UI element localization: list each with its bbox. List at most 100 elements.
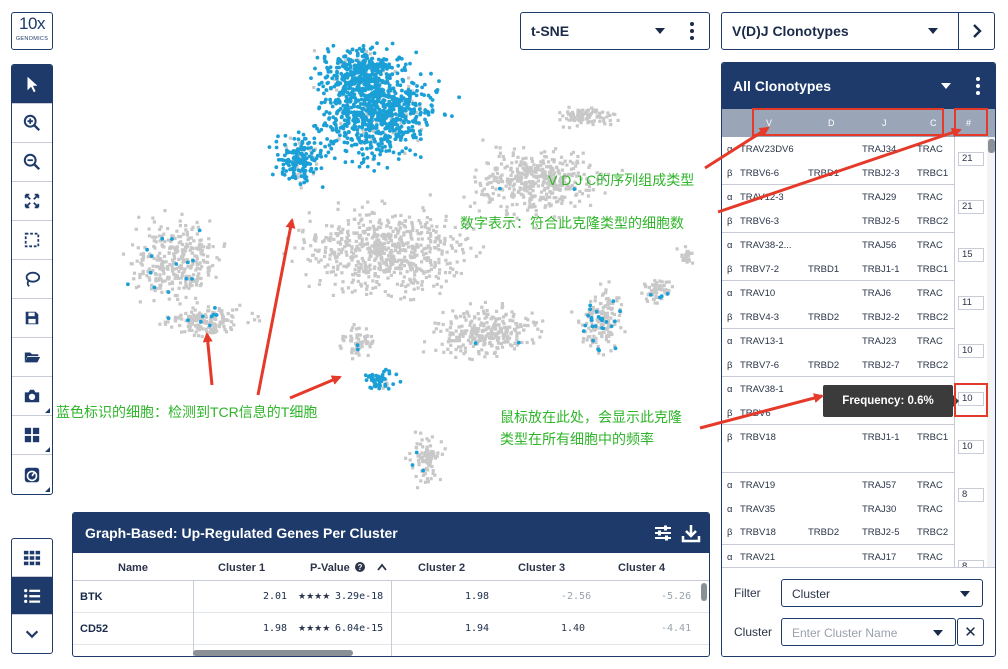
chain-j: TRAJ56 <box>862 240 897 251</box>
cell-point <box>500 306 504 310</box>
projection-select[interactable]: t-SNE <box>520 12 710 50</box>
gene-table-h-scroll[interactable] <box>193 650 353 656</box>
sort-up-icon[interactable] <box>377 563 387 571</box>
tcr-cell-point <box>381 137 385 142</box>
open-button[interactable] <box>12 338 52 377</box>
lasso-button[interactable] <box>12 260 52 299</box>
cell-point <box>400 262 404 266</box>
col-cluster-1[interactable]: Cluster 1 <box>218 562 265 574</box>
tcr-cell-point <box>369 111 373 116</box>
clonotype-count[interactable]: 10 <box>958 440 984 454</box>
cell-point <box>360 341 364 345</box>
tcr-cell-point <box>365 155 370 160</box>
clonotype-count[interactable]: 21 <box>958 200 984 214</box>
clonotype-row[interactable]: β TRBV18 TRBJ1-1 TRBC1 <box>722 425 954 473</box>
chain-c: TRAC <box>917 192 943 203</box>
list-view-button[interactable] <box>12 577 52 615</box>
gene-table-v-scroll[interactable] <box>701 583 707 601</box>
cell-point <box>301 230 305 234</box>
cell-point <box>578 109 582 113</box>
clonotype-count[interactable]: 11 <box>958 296 984 310</box>
clonotype-row[interactable]: α TRAV12-3 TRAJ29 TRAC β TRBV6-3 TRBJ2-5 TRBC2 <box>722 185 954 233</box>
col-cluster-2[interactable]: Cluster 2 <box>418 562 465 574</box>
clonotype-count[interactable]: 10 <box>958 344 984 358</box>
cell-point <box>325 224 329 228</box>
filter-select[interactable]: Cluster <box>781 579 983 607</box>
clonotype-count[interactable]: 15 <box>958 248 984 262</box>
clonotype-scroll-thumb[interactable] <box>988 139 995 153</box>
cell-point <box>378 225 382 230</box>
cell-point <box>314 236 318 240</box>
settings-button[interactable] <box>12 455 52 494</box>
cell-point <box>341 334 345 338</box>
cell-point <box>487 325 491 329</box>
zoom-out-button[interactable] <box>12 143 52 182</box>
grid-view-button[interactable] <box>12 539 52 577</box>
panel-next-button[interactable] <box>958 12 995 50</box>
select-tool-button[interactable] <box>12 65 52 104</box>
tcr-cell-point <box>302 162 307 167</box>
clonotype-panel-header[interactable]: All Clonotypes <box>722 63 995 109</box>
cell-point <box>589 299 593 304</box>
fit-view-button[interactable] <box>12 182 52 221</box>
tcr-cell-point <box>385 165 390 170</box>
tcr-cell-point <box>417 121 421 125</box>
cell-point <box>408 230 412 234</box>
tcr-cell-point <box>186 318 190 323</box>
layout-button[interactable] <box>12 416 52 455</box>
cell-point <box>351 278 355 282</box>
tcr-cell-point <box>386 94 391 99</box>
tcr-cell-point <box>330 104 335 109</box>
cell-point <box>357 261 361 265</box>
tcr-cell-point <box>360 54 365 59</box>
cell-point <box>393 214 397 218</box>
screenshot-button[interactable] <box>12 377 52 416</box>
cell-point <box>193 324 198 328</box>
clonotype-row[interactable]: α TRAV19 TRAJ57 TRAC α TRAV35 TRAJ30 TRAC β TRBV1… <box>722 473 954 545</box>
tcr-cell-point <box>396 157 401 162</box>
col-name[interactable]: Name <box>118 562 148 574</box>
tcr-cell-point <box>361 102 366 107</box>
clonotype-count[interactable]: 8 <box>958 488 984 502</box>
sliders-icon[interactable] <box>653 523 673 543</box>
download-icon[interactable] <box>681 523 701 543</box>
help-icon[interactable]: ? <box>355 562 365 572</box>
clonotype-row[interactable]: α TRAV23DV6 TRAJ34 TRAC β TRBV6-6 TRBD1 TRBJ2-3… <box>722 137 954 185</box>
tcr-cell-point <box>300 151 304 156</box>
cell-point <box>652 287 656 292</box>
tcr-cell-point <box>516 340 521 345</box>
cell-point <box>519 163 523 167</box>
save-button[interactable] <box>12 299 52 338</box>
clonotype-row[interactable]: α TRAV38-2... TRAJ56 TRAC β TRBV7-2 TRBD1 TRBJ1… <box>722 233 954 281</box>
more-options-icon[interactable] <box>971 77 985 95</box>
cell-point <box>399 235 403 239</box>
col-p-value[interactable]: P-Value <box>310 562 350 574</box>
more-options-icon[interactable] <box>685 22 699 40</box>
cell-point <box>520 176 524 180</box>
cell-point <box>356 279 360 283</box>
cell-point <box>489 181 493 185</box>
col-cluster-4[interactable]: Cluster 4 <box>618 562 665 574</box>
cell-point <box>527 191 531 195</box>
tcr-cell-point <box>352 72 356 77</box>
category-select[interactable]: V(D)J Clonotypes <box>721 12 959 50</box>
clonotype-scrollbar[interactable] <box>987 137 995 567</box>
clonotype-row[interactable]: α TRAV10 TRAJ6 TRAC β TRBV4-3 TRBD2 TRBJ2-2 TRBC… <box>722 281 954 329</box>
clonotype-count[interactable]: 21 <box>958 152 984 166</box>
clear-cluster-button[interactable]: ✕ <box>957 618 984 646</box>
chain-c: TRAC <box>917 503 943 515</box>
cell-point <box>179 235 183 239</box>
cell-point <box>415 229 419 233</box>
cell-point <box>229 320 234 324</box>
box-select-button[interactable] <box>12 221 52 260</box>
zoom-in-button[interactable] <box>12 104 52 143</box>
cell-point <box>372 227 376 231</box>
tcr-cell-point <box>381 79 385 84</box>
cluster-name-input[interactable]: Enter Cluster Name <box>781 618 956 646</box>
submenu-corner-icon <box>45 487 50 492</box>
clonotype-row[interactable]: α TRAV13-1 TRAJ23 TRAC β TRBV7-6 TRBD2 TRBJ2-7 T… <box>722 329 954 377</box>
collapse-button[interactable] <box>12 615 52 653</box>
cell-point <box>653 301 657 305</box>
cell-point <box>179 263 183 268</box>
col-cluster-3[interactable]: Cluster 3 <box>518 562 565 574</box>
